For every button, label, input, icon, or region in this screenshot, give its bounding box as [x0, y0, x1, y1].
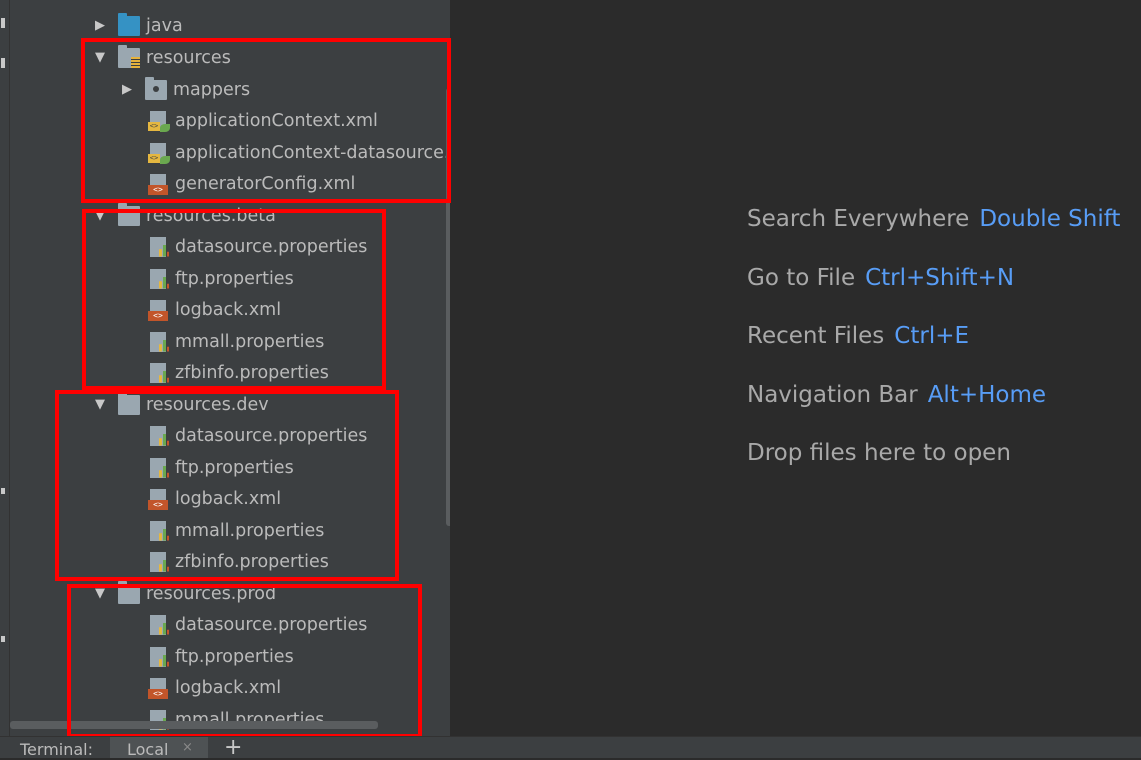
hint-shortcut: Ctrl+E: [894, 323, 970, 349]
panel-header-edge: [10, 0, 450, 6]
hint-text: Go to File: [747, 265, 856, 291]
highlight-box-resources-beta: [82, 209, 386, 390]
terminal-tab-local[interactable]: Local ×: [110, 737, 208, 759]
hint-text: Drop files here to open: [747, 440, 1011, 466]
highlight-box-resources-prod: [67, 584, 422, 738]
strip-marker: [1, 58, 5, 68]
expand-arrow-right-icon[interactable]: ▶: [90, 18, 110, 33]
add-tab-icon[interactable]: +: [224, 735, 242, 760]
hint-navigation-bar: Navigation Bar Alt+Home: [747, 382, 1046, 408]
hint-go-to-file: Go to File Ctrl+Shift+N: [747, 265, 1014, 291]
hint-shortcut: Double Shift: [979, 206, 1121, 232]
terminal-tab-label: Local: [127, 740, 169, 759]
hint-text: Recent Files: [747, 323, 885, 349]
hint-text: Search Everywhere: [747, 206, 970, 232]
hint-recent-files: Recent Files Ctrl+E: [747, 323, 969, 349]
source-folder-icon: [118, 12, 140, 36]
hint-shortcut: Alt+Home: [927, 382, 1047, 408]
tree-folder-row[interactable]: ▶ java: [10, 10, 450, 41]
editor-empty-area[interactable]: [450, 0, 1141, 736]
strip-marker: [1, 636, 5, 642]
close-icon[interactable]: ×: [182, 740, 193, 755]
hint-text: Navigation Bar: [747, 382, 918, 408]
tree-item-label: java: [146, 15, 183, 36]
strip-marker: [1, 488, 5, 494]
hint-drop-files: Drop files here to open: [747, 440, 1011, 466]
terminal-label: Terminal:: [20, 740, 94, 759]
left-tool-strip: [0, 0, 10, 736]
hint-search-everywhere: Search Everywhere Double Shift: [747, 206, 1120, 232]
hint-shortcut: Ctrl+Shift+N: [865, 265, 1015, 291]
highlight-box-resources: [81, 38, 451, 203]
terminal-tool-bar: Terminal: Local × +: [0, 735, 1141, 760]
highlight-box-resources-dev: [55, 390, 399, 581]
strip-marker: [1, 18, 5, 28]
